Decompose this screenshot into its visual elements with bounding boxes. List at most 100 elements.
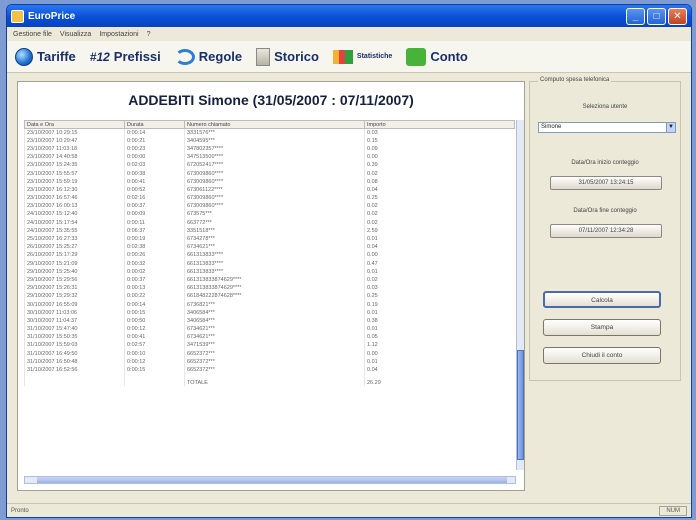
table-row[interactable]: 31/10/2007 16:49:50 0:00:10 6652372*** 0.00 (24, 349, 515, 358)
horizontal-scrollbar[interactable] (24, 476, 516, 484)
table-row[interactable]: 23/10/2007 10:29:15 0:00:14 3331576*** 0.03 (24, 128, 515, 137)
chiudi-conto-button[interactable]: Chiudi il conto (543, 347, 661, 364)
menu-settings[interactable]: Impostazioni (99, 31, 138, 38)
table-cell: 0.05 (364, 333, 515, 342)
table-row[interactable]: 31/10/2007 15:59:03 0:02:57 3471539*** 1.12 (24, 341, 515, 350)
stampa-button[interactable]: Stampa (543, 319, 661, 336)
menu-view[interactable]: Visualizza (60, 31, 91, 38)
app-icon (11, 9, 24, 23)
report-title: ADDEBITI Simone (31/05/2007 : 07/11/2007… (128, 92, 414, 108)
computation-group: Computo spesa telefonica Seleziona utent… (529, 77, 681, 381)
table-cell: 673009860**** (184, 177, 365, 186)
calcola-button[interactable]: Calcola (543, 291, 661, 308)
table-row[interactable]: 24/10/2007 15:35:55 0:06:37 3351518*** 2.59 (24, 226, 515, 235)
table-row[interactable]: 25/10/2007 16:27:33 0:00:19 6734278*** 0.01 (24, 234, 515, 244)
table-cell: 0:00:22 (124, 292, 185, 301)
charges-table-wrap[interactable]: Data e Ora Durata Numero chiamato Import… (24, 120, 516, 470)
table-row[interactable]: 23/10/2007 16:12:30 0:00:52 673061122**** 0… (24, 185, 515, 194)
table-cell: 661313833**** (184, 251, 365, 260)
column-header-duration[interactable]: Durata (124, 120, 185, 129)
chevron-down-icon[interactable]: ▼ (666, 123, 675, 132)
table-cell: 3351518*** (184, 226, 365, 235)
table-row[interactable]: 23/10/2007 15:59:19 0:00:41 673009860**** 0… (24, 177, 515, 186)
table-cell: 0:00:50 (124, 316, 185, 325)
table-row[interactable]: 23/10/2007 16:00:13 0:00:37 673009860**** 0… (24, 202, 515, 211)
table-cell: 3404595*** (184, 136, 365, 145)
table-cell: 0:00:52 (124, 185, 185, 194)
storico-button[interactable]: Storico (256, 47, 319, 66)
globe-icon (15, 47, 33, 66)
table-row[interactable]: 31/10/2007 16:52:56 0:00:15 6652372*** 0.04 (24, 365, 515, 375)
table-cell: 29/10/2007 15:26:31 (24, 284, 125, 293)
table-cell: 23/10/2007 10:29:15 (24, 128, 125, 137)
table-row[interactable]: 30/10/2007 11:03:06 0:00:15 3406584*** 0.01 (24, 308, 515, 317)
statistics-icon (332, 49, 353, 64)
table-row[interactable]: 26/10/2007 15:25:27 0:02:38 6734621*** 0.04 (24, 243, 515, 252)
table-cell: 2.59 (364, 226, 515, 235)
minimize-button[interactable]: _ (626, 7, 645, 25)
table-cell: 673009860**** (184, 169, 365, 178)
end-date-button[interactable]: 07/11/2007 12:34:28 (550, 224, 662, 238)
vertical-scrollbar-thumb[interactable] (517, 350, 524, 460)
table-row[interactable]: 31/10/2007 16:50:48 0:00:12 6652372*** 0.01 (24, 357, 515, 366)
table-row[interactable]: 23/10/2007 14:40:58 0:00:00 347513500**** 0… (24, 153, 515, 162)
table-cell: 0.02 (364, 169, 515, 178)
conto-button[interactable]: Conto (406, 47, 468, 66)
start-date-label: Data/Ora inizio conteggio (571, 160, 639, 166)
table-row[interactable]: 29/10/2007 15:26:31 0:00:13 66131383387462… (24, 284, 515, 293)
table-cell: 0:02:03 (124, 161, 185, 170)
user-select-value: Simone (541, 124, 562, 130)
user-select[interactable]: Simone ▼ (538, 122, 676, 133)
vertical-scrollbar[interactable] (516, 120, 524, 470)
start-date-button[interactable]: 31/05/2007 13:24:15 (550, 176, 662, 190)
prefissi-button[interactable]: #12 Prefissi (90, 49, 161, 64)
horizontal-scrollbar-thumb[interactable] (37, 477, 507, 483)
table-row[interactable]: 23/10/2007 10:29:47 0:00:21 3404595*** 0.15 (24, 136, 515, 145)
column-header-number[interactable]: Numero chiamato (184, 120, 365, 129)
table-cell: 0.02 (364, 218, 515, 227)
maximize-button[interactable]: □ (647, 7, 666, 25)
table-cell: 672052417**** (184, 161, 365, 170)
close-button[interactable]: ✕ (668, 7, 687, 25)
table-cell: 673575*** (184, 210, 365, 219)
table-cell: 29/10/2007 15:21:09 (24, 259, 125, 268)
table-cell: 3471539*** (184, 341, 365, 350)
table-row[interactable]: 23/10/2007 15:24:35 0:02:03 672052417**** 0… (24, 161, 515, 170)
table-cell: 0.01 (364, 325, 515, 334)
table-cell: 661313833**** (184, 259, 365, 268)
select-user-label: Seleziona utente (582, 104, 628, 110)
tariffe-button[interactable]: Tariffe (15, 47, 76, 66)
regole-button[interactable]: Regole (174, 48, 242, 65)
table-cell: 3406584*** (184, 316, 365, 325)
table-cell: 6734621*** (184, 325, 365, 334)
table-row[interactable]: 31/10/2007 15:47:40 0:00:12 6734621*** 0.01 (24, 325, 515, 334)
menu-help[interactable]: ? (147, 31, 151, 38)
table-row[interactable]: 29/10/2007 15:29:56 0:00:37 66131383387462… (24, 275, 515, 285)
table-row[interactable]: 24/10/2007 15:17:54 0:00:11 663772*** 0.02 (24, 218, 515, 227)
menu-file[interactable]: Gestione file (13, 31, 52, 38)
table-row[interactable]: 29/10/2007 15:25:40 0:00:02 661313833**** 0… (24, 267, 515, 276)
main-window: EuroPrice _ □ ✕ Gestione file Visualizza… (6, 4, 692, 518)
table-cell: 661313833874629**** (184, 284, 365, 293)
history-icon (256, 47, 271, 66)
table-cell: 673009860**** (184, 202, 365, 211)
table-cell: 0:00:37 (124, 275, 185, 285)
statistiche-button[interactable]: Statistiche (332, 49, 392, 64)
table-row[interactable]: 26/10/2007 15:17:29 0:00:26 661313833**** 0… (24, 251, 515, 260)
table-row[interactable]: 24/10/2007 15:12:40 0:00:09 673575*** 0.02 (24, 210, 515, 219)
table-cell: 0.04 (364, 365, 515, 375)
table-row[interactable]: 29/10/2007 15:29:32 0:00:22 66184822287462… (24, 292, 515, 301)
table-row[interactable]: 23/10/2007 16:57:46 0:02:16 673009860**** 0… (24, 194, 515, 203)
table-cell: 23/10/2007 10:29:47 (24, 136, 125, 145)
table-row[interactable]: 30/10/2007 11:04:37 0:00:50 3406584*** 0.38 (24, 316, 515, 325)
table-row[interactable]: 23/10/2007 11:03:18 0:00:23 347802357**** 0… (24, 144, 515, 154)
table-cell: 0.01 (364, 267, 515, 276)
table-cell: 23/10/2007 16:00:13 (24, 202, 125, 211)
table-row[interactable]: 23/10/2007 15:55:57 0:00:38 673009860**** 0… (24, 169, 515, 178)
table-row[interactable]: 31/10/2007 15:50:35 0:00:41 6734621*** 0.05 (24, 333, 515, 342)
column-header-amount[interactable]: Importo (364, 120, 515, 129)
table-cell: 0.00 (364, 251, 515, 260)
table-row[interactable]: 30/10/2007 16:55:09 0:00:14 6736821*** 0.19 (24, 300, 515, 309)
column-header-datetime[interactable]: Data e Ora (24, 120, 125, 129)
table-row[interactable]: 29/10/2007 15:21:09 0:00:32 661313833**** 0… (24, 259, 515, 268)
